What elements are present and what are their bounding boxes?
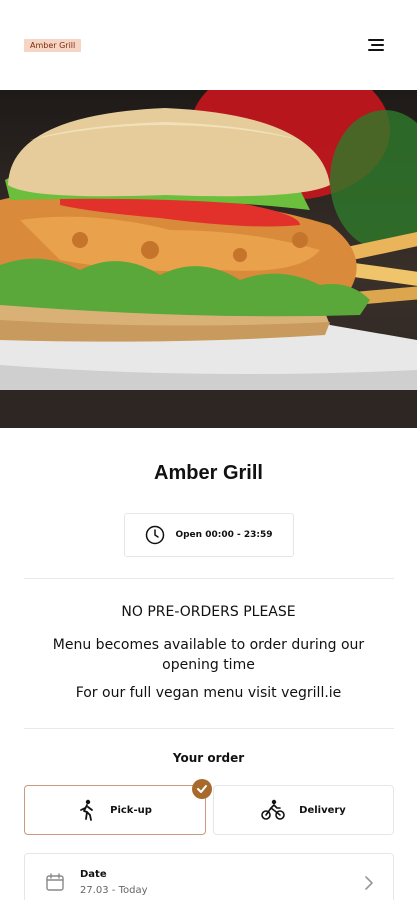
date-label: Date bbox=[80, 869, 107, 880]
clock-icon bbox=[146, 525, 165, 545]
selected-check-icon bbox=[192, 779, 212, 799]
your-order-heading: Your order bbox=[172, 751, 245, 765]
hero-image bbox=[0, 90, 417, 428]
divider bbox=[24, 578, 394, 579]
opening-hours-text: Open 00:00 - 23:59 bbox=[175, 530, 273, 540]
date-value: 27.03 - Today bbox=[80, 885, 148, 896]
hamburger-menu-icon[interactable] bbox=[366, 36, 388, 54]
chevron-right-icon bbox=[365, 876, 373, 890]
brand-logo[interactable]: Amber Grill bbox=[24, 39, 82, 52]
restaurant-title: Amber Grill bbox=[154, 462, 263, 484]
top-bar: Amber Grill bbox=[0, 0, 417, 90]
burger-photo bbox=[0, 90, 417, 428]
pickup-label: Pick-up bbox=[110, 804, 152, 816]
notice-menu-availability: Menu becomes available to order during o… bbox=[52, 637, 365, 673]
notice-vegan-menu: For our full vegan menu visit vegrill.ie bbox=[75, 685, 342, 701]
delivery-label: Delivery bbox=[299, 804, 346, 816]
divider bbox=[24, 728, 394, 729]
notice-preorders: NO PRE-ORDERS PLEASE bbox=[121, 604, 296, 620]
cyclist-icon bbox=[261, 799, 285, 820]
date-selector[interactable]: Date 27.03 - Today bbox=[24, 853, 394, 900]
pickup-option[interactable]: Pick-up bbox=[24, 785, 206, 835]
walking-person-icon bbox=[80, 799, 94, 821]
calendar-icon bbox=[46, 873, 64, 891]
opening-hours[interactable]: Open 00:00 - 23:59 bbox=[124, 513, 294, 557]
delivery-option[interactable]: Delivery bbox=[213, 785, 394, 835]
